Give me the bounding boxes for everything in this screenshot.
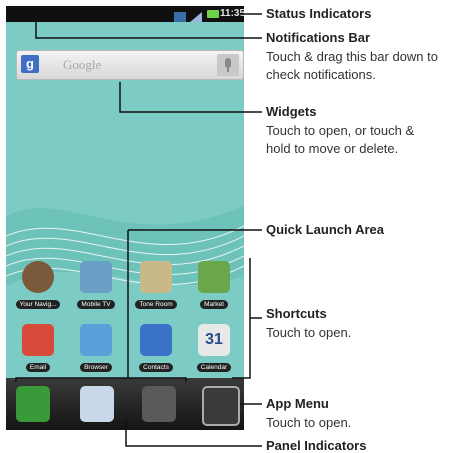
- callout-quick-launch: Quick Launch Area: [266, 222, 384, 237]
- desc-line: check notifications.: [266, 67, 376, 82]
- callout-widgets-desc: Touch to open, or touch & hold to move o…: [266, 122, 414, 158]
- callout-shortcuts: Shortcuts: [266, 306, 327, 321]
- callout-panel-indicators: Panel Indicators: [266, 438, 367, 453]
- callout-status-indicators: Status Indicators: [266, 6, 372, 21]
- desc-line: hold to move or delete.: [266, 141, 399, 156]
- callout-shortcuts-desc: Touch to open.: [266, 325, 352, 340]
- callout-notifications-desc: Touch & drag this bar down to check noti…: [266, 48, 438, 84]
- callout-app-menu-desc: Touch to open.: [266, 415, 352, 430]
- desc-line: Touch & drag this bar down to: [266, 49, 438, 64]
- desc-line: Touch to open, or touch &: [266, 123, 415, 138]
- callout-app-menu: App Menu: [266, 396, 329, 411]
- callout-widgets: Widgets: [266, 104, 317, 119]
- callout-notifications-bar: Notifications Bar: [266, 30, 371, 45]
